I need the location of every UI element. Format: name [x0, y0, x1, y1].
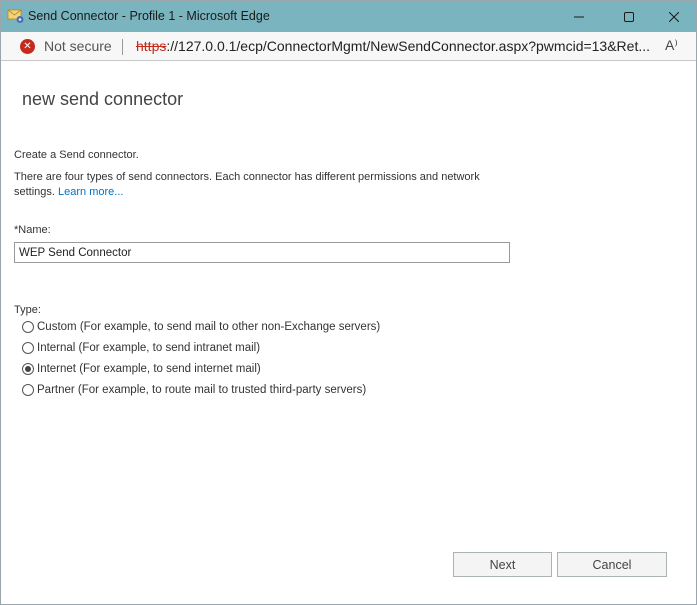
url-field[interactable]: https://127.0.0.1/ecp/ConnectorMgmt/NewS… [136, 38, 650, 54]
minimize-icon [574, 16, 584, 17]
type-option-internal[interactable]: Internal (For example, to send intranet … [22, 342, 260, 354]
radio-label: Internet (For example, to send internet … [37, 363, 261, 375]
type-option-custom[interactable]: Custom (For example, to send mail to oth… [22, 321, 380, 333]
radio-button[interactable] [22, 342, 34, 354]
intro-text: Create a Send connector. [14, 149, 139, 161]
maximize-button[interactable] [606, 1, 652, 32]
description-text: There are four types of send connectors.… [14, 170, 484, 200]
type-label: Type: [14, 304, 41, 316]
radio-button[interactable] [22, 384, 34, 396]
next-button[interactable]: Next [453, 552, 552, 577]
error-x-icon[interactable]: ✕ [20, 39, 35, 54]
page-title: new send connector [22, 89, 184, 109]
close-icon [669, 11, 679, 22]
cancel-button[interactable]: Cancel [557, 552, 667, 577]
title-bar[interactable]: Send Connector - Profile 1 - Microsoft E… [1, 1, 696, 32]
url-scheme: https [136, 38, 167, 54]
maximize-icon [624, 11, 634, 22]
name-label: *Name: [14, 224, 51, 236]
address-bar[interactable]: ✕ Not secure https://127.0.0.1/ecp/Conne… [1, 32, 696, 61]
learn-more-link[interactable]: Learn more... [58, 186, 123, 198]
security-status[interactable]: Not secure [44, 38, 112, 54]
url-path: ://127.0.0.1/ecp/ConnectorMgmt/NewSendCo… [166, 38, 651, 54]
type-option-partner[interactable]: Partner (For example, to route mail to t… [22, 384, 366, 396]
minimize-button[interactable] [556, 1, 602, 32]
radio-label: Internal (For example, to send intranet … [37, 342, 261, 354]
page-content: new send connector Create a Send connect… [1, 62, 696, 604]
name-input[interactable] [14, 242, 510, 263]
mail-settings-icon [7, 9, 24, 23]
window-title: Send Connector - Profile 1 - Microsoft E… [28, 9, 270, 23]
radio-button-selected[interactable] [22, 363, 34, 375]
radio-button[interactable] [22, 321, 34, 333]
read-aloud-icon[interactable]: A⁾ [665, 37, 678, 54]
type-option-internet[interactable]: Internet (For example, to send internet … [22, 363, 261, 375]
radio-label: Custom (For example, to send mail to oth… [37, 321, 381, 333]
close-button[interactable] [651, 1, 697, 32]
browser-window: Send Connector - Profile 1 - Microsoft E… [0, 0, 697, 605]
radio-label: Partner (For example, to route mail to t… [37, 384, 367, 396]
address-divider [122, 39, 123, 55]
